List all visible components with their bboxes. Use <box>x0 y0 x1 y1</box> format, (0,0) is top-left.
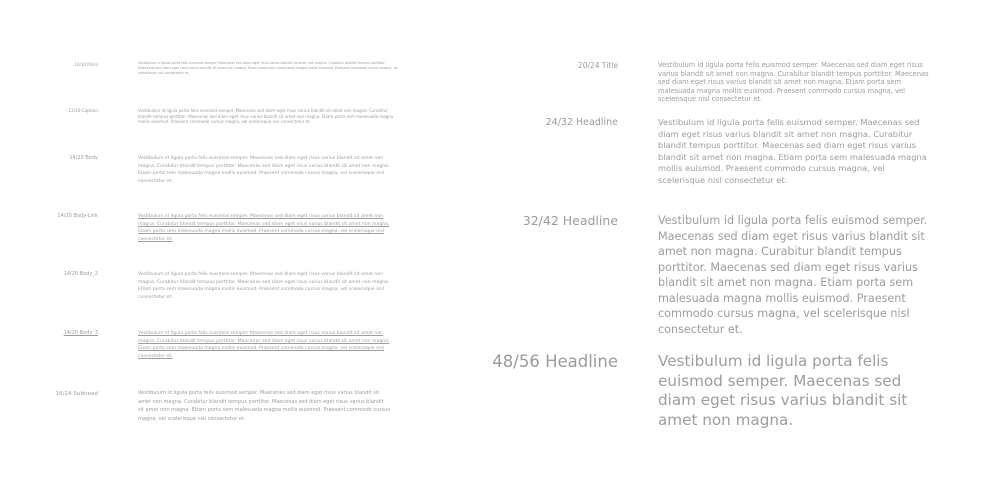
sample-text-headline-32: Vestibulum id ligula porta felis euismod… <box>658 214 928 336</box>
typography-specimen-page: { "left": { "rows": [ {"label": "10/14 M… <box>0 0 1000 500</box>
sample-text-title: Vestibulum id ligula porta felis euismod… <box>658 61 929 103</box>
style-label-title: 20/24 Title <box>577 61 618 70</box>
sample-text-body-link[interactable]: Vestibulum id ligula porta felis euismod… <box>138 213 400 243</box>
style-label-body-link: 14/20 Body-Link <box>57 213 98 219</box>
style-label-body-2: 14/20 Body_2 <box>63 271 98 277</box>
sample-text-headline-48: Vestibulum id ligula porta felis euismod… <box>658 352 908 429</box>
sample-text-micro: Vestibulum id ligula porta felis euismod… <box>138 61 399 75</box>
style-label-micro: 10/14 Micro <box>74 62 98 67</box>
sample-text-subhead: Vestibulum id ligula porta felis euismod… <box>138 390 390 422</box>
sample-text-body: Vestibulum id ligula porta felis euismod… <box>138 156 390 184</box>
style-label-headline-48: 48/56 Headline <box>492 352 618 371</box>
sample-text-headline-24: Vestibulum id ligula porta felis euismod… <box>658 117 927 185</box>
sample-text-body-2: Vestibulum id ligula porta felis euismod… <box>138 272 390 300</box>
style-label-subhead: 16/24 Subhead <box>55 391 98 397</box>
style-label-headline-24: 24/32 Headline <box>545 117 618 128</box>
sample-text-body-3[interactable]: Vestibulum id ligula porta felis euismod… <box>138 330 400 360</box>
style-label-body-3: 14/20 Body_3 <box>63 330 98 336</box>
style-label-body: 14/20 Body <box>69 155 98 161</box>
style-label-headline-32: 32/42 Headline <box>522 213 618 228</box>
sample-text-caption: Vestibulum id ligula porta felis euismod… <box>138 108 394 124</box>
style-label-caption: 12/16 Caption <box>68 108 98 113</box>
